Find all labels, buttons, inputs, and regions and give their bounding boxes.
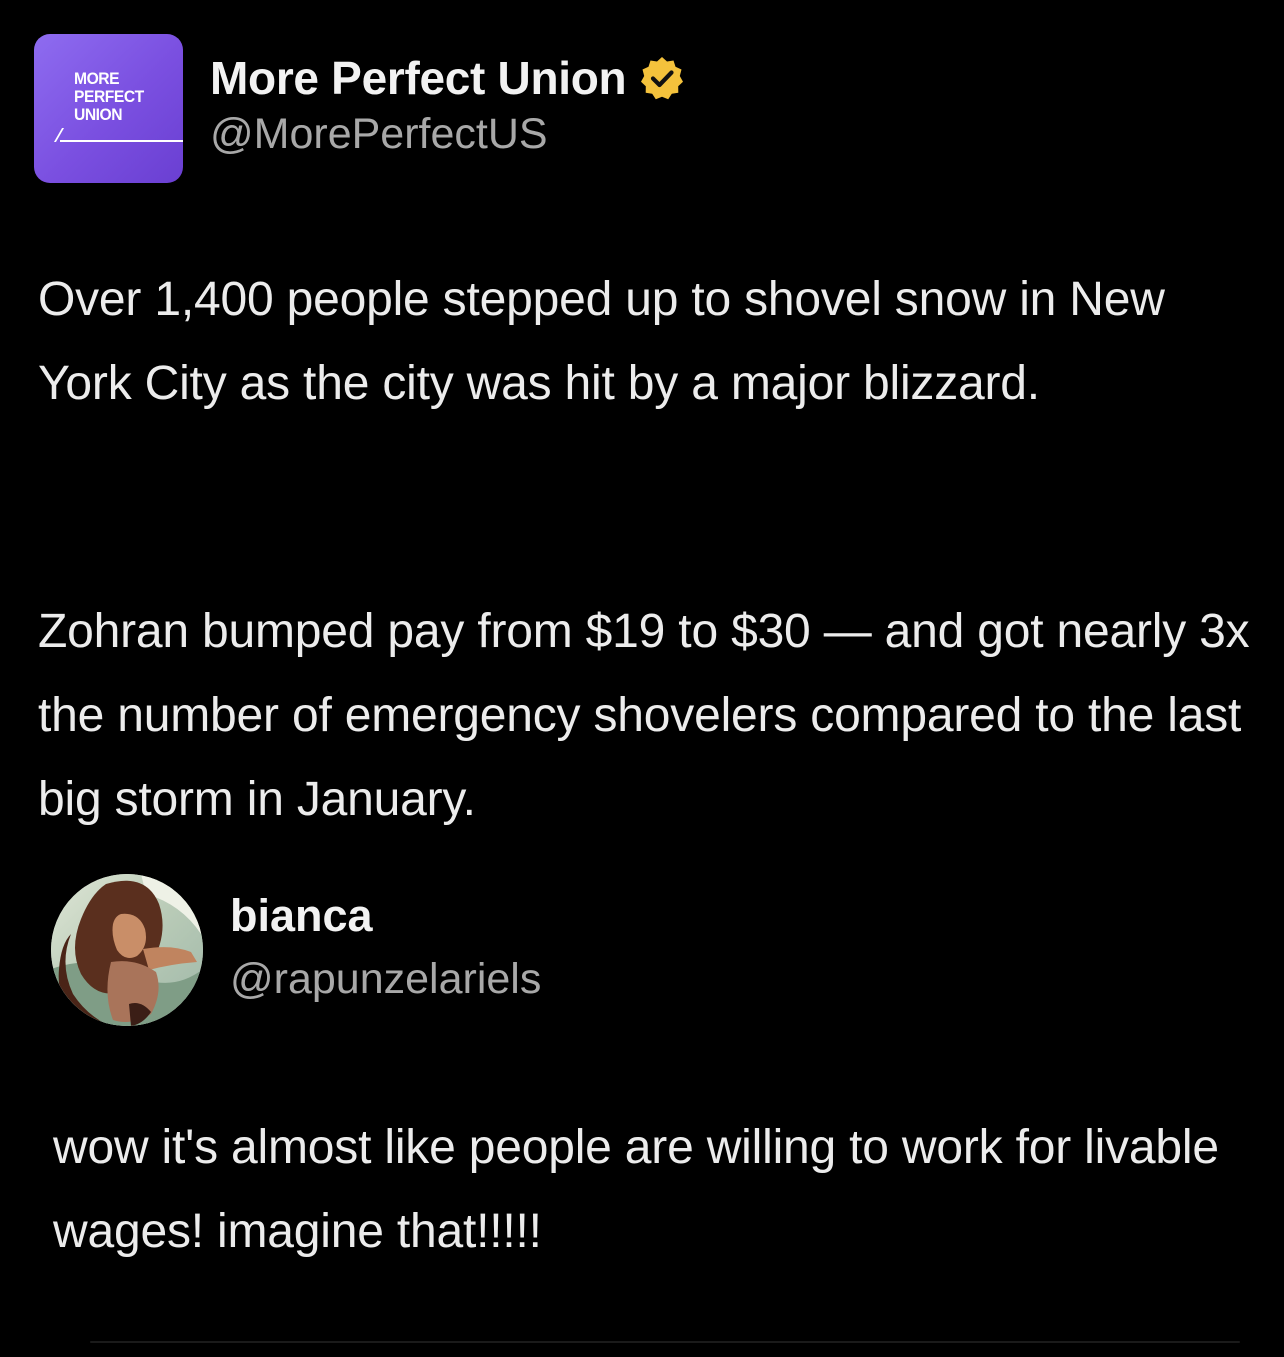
post-text-paragraph: Zohran bumped pay from $19 to $30 — and …	[38, 605, 1250, 826]
logo-line: PERFECT	[74, 87, 144, 106]
logo-line: MORE	[74, 69, 120, 88]
logo-underline	[60, 140, 183, 142]
reply-handle[interactable]: @rapunzelariels	[230, 955, 541, 1004]
post-screenshot: MORE PERFECT UNION More Perfect Union @M…	[0, 0, 1284, 1357]
logo-line: UNION	[74, 105, 123, 124]
reply-display-name[interactable]: bianca	[230, 890, 373, 942]
author-handle[interactable]: @MorePerfectUS	[210, 110, 548, 159]
avatar[interactable]: MORE PERFECT UNION	[34, 34, 183, 183]
logo-wordmark: MORE PERFECT UNION	[74, 70, 175, 124]
author-name-row: More Perfect Union	[210, 48, 686, 108]
portrait-illustration	[51, 874, 203, 1026]
reply-text: wow it's almost like people are willing …	[53, 1121, 1219, 1258]
reply-avatar[interactable]	[51, 874, 203, 1026]
divider	[90, 1341, 1240, 1343]
verified-badge-icon	[641, 57, 684, 100]
post-text-paragraph: Over 1,400 people stepped up to shovel s…	[38, 273, 1165, 410]
display-name[interactable]: More Perfect Union	[210, 51, 627, 105]
